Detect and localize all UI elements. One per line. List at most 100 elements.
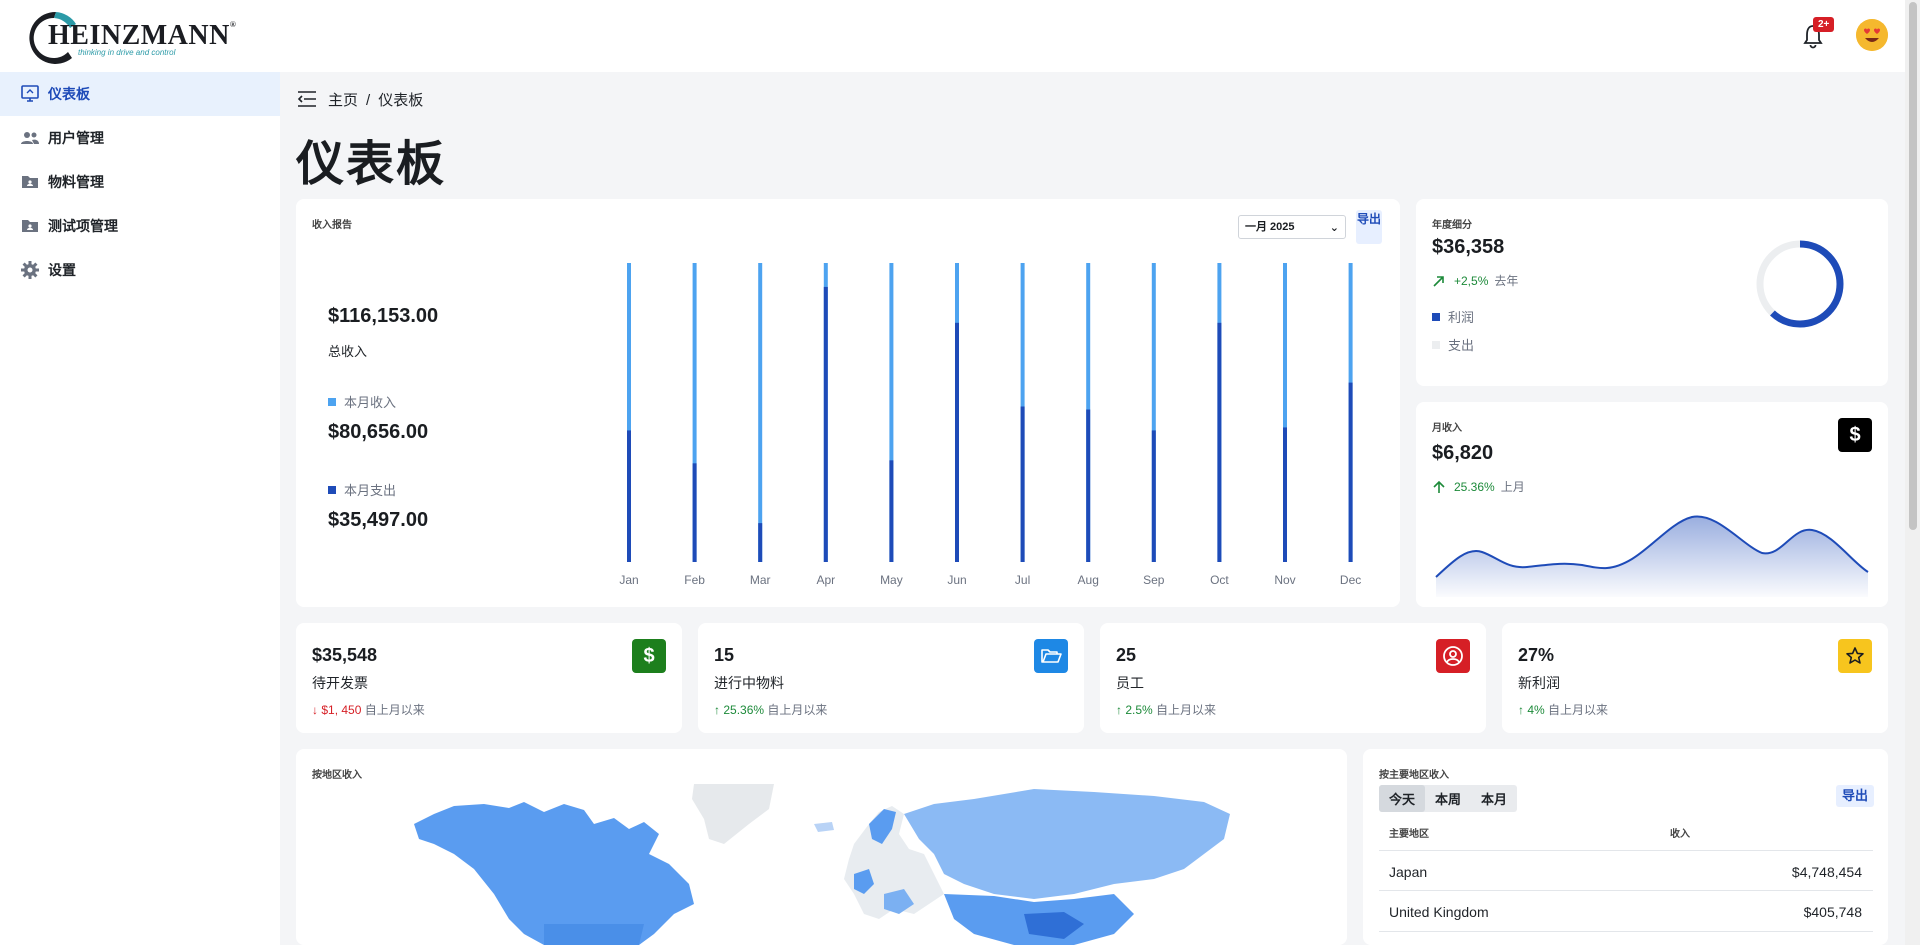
arrow-up-icon [1433,480,1445,493]
divider [1379,890,1873,891]
stat-card-employees: 25 员工 ↑ 2.5% 自上月以来 [1100,623,1486,733]
world-map[interactable] [414,784,1230,945]
monthly-trend-suffix: 上月 [1500,480,1525,494]
expense-bar [823,286,828,562]
sidebar-item-dashboard[interactable]: 仪表板 [0,72,280,116]
dollar-icon: $ [632,639,666,673]
stat-label: 待开发票 [312,675,368,691]
folder-open-icon [1034,639,1068,673]
sidebar-item-test-items[interactable]: 测试项管理 [0,204,280,248]
logo-text: HEINZMANN [48,20,230,51]
folder-icon [20,172,40,192]
divider [1379,931,1873,932]
dashboard-icon [20,84,40,104]
expense-bar [692,463,697,562]
stat-label: 新利润 [1518,675,1560,691]
x-tick-label: Apr [816,573,835,587]
column-header-revenue: 收入 [1670,829,1690,840]
stat-trend: ↑ 25.36% 自上月以来 [714,703,828,717]
sidebar-item-label: 仪表板 [48,86,90,102]
annual-value: $36,358 [1432,236,1505,258]
gear-icon [20,260,40,280]
russia-region[interactable] [904,789,1230,899]
revenue-by-region-map-card: 按地区收入 [296,749,1347,945]
monthly-value: $6,820 [1432,442,1494,464]
stat-label: 员工 [1116,675,1144,691]
usa-region[interactable] [544,924,644,945]
sidebar: 仪表板 用户管理 物料管理 测试项管理 设置 [0,72,280,945]
expense-bar [1020,406,1025,562]
page-title: 仪表板 [296,138,447,191]
monthly-label: 月收入 [1432,423,1462,434]
stat-trend: ↑ 4% 自上月以来 [1518,703,1609,717]
expense-bar [1086,409,1091,562]
trend-up-icon [1433,275,1444,287]
logo-tagline: thinking in drive and control [78,48,176,57]
x-tick-label: Jul [1015,573,1030,587]
expense-bar [955,322,959,562]
scrollbar-thumb[interactable] [1909,2,1917,530]
sidebar-item-label: 测试项管理 [48,218,118,234]
stat-trend-suffix: 自上月以来 [1156,703,1217,717]
x-tick-label: May [880,573,903,587]
revenue-bar-chart: Jan Feb Mar Apr May Jun Jul Aug Sep Oct Nov Dec [619,263,1361,587]
map-label: 按地区收入 [312,770,362,781]
annual-label: 年度细分 [1432,220,1472,231]
region-revenue-cell: $4,748,454 [1791,864,1862,880]
x-tick-label: Nov [1274,573,1295,587]
vertical-scrollbar[interactable] [1905,0,1920,945]
star-icon [1838,639,1872,673]
greenland-region[interactable] [692,784,774,844]
stat-trend-value: 25.36% [723,703,765,717]
stat-trend-suffix: 自上月以来 [767,703,828,717]
region-revenue-cell: $405,748 [1803,904,1862,920]
breadcrumb-current: 仪表板 [378,92,424,109]
stat-trend-value: 4% [1527,703,1545,717]
legend-profit: 利润 [1432,307,1474,326]
breadcrumb-home[interactable]: 主页 [328,92,358,109]
heinzmann-logo[interactable]: HEINZMANN® thinking in drive and control [16,6,236,66]
expense-bar [1217,322,1222,562]
sidebar-item-label: 物料管理 [48,174,104,190]
stat-value: $35,548 [312,645,378,665]
sidebar-item-label: 设置 [48,262,76,278]
heart-eyes-emoji-icon [1856,19,1888,51]
stat-trend-suffix: 自上月以来 [364,703,425,717]
time-range-tabs: 今天 本周 本月 [1379,785,1518,812]
stat-card-profit: 27% 新利润 ↑ 4% 自上月以来 [1502,623,1888,733]
iceland-region[interactable] [814,822,834,832]
annual-trend: +2,5% 去年 [1432,272,1518,289]
x-tick-label: Oct [1210,573,1229,587]
legend-swatch [1432,312,1440,321]
stat-card-materials: 15 进行中物料 ↑ 25.36% 自上月以来 [698,623,1084,733]
sidebar-item-materials[interactable]: 物料管理 [0,160,280,204]
annual-trend-value: +2,5% [1454,273,1489,288]
stat-trend: ↑ 2.5% 自上月以来 [1116,703,1217,717]
monthly-revenue-card: 月收入 $ $6,820 25.36% 上月 [1416,402,1888,607]
export-button[interactable]: 导出 [1836,785,1874,807]
users-icon [20,128,40,148]
expense-bar [889,460,894,562]
revenue-by-major-region-card: 按主要地区收入 今天 本周 本月 导出 主要地区 收入 Japan $4,748… [1363,749,1888,945]
revenue-report-card: 收入报告 $116,153.00 总收入 本月收入 $80,656.00 本月支… [296,199,1400,607]
expense-bar [758,523,763,562]
expense-bar [1151,430,1156,562]
sidebar-item-settings[interactable]: 设置 [0,248,280,292]
sidebar-item-label: 用户管理 [48,130,104,146]
breadcrumb-separator: / [366,92,371,109]
expense-bar [1348,382,1353,562]
tab-this-month[interactable]: 本月 [1471,785,1517,812]
region-label: 按主要地区收入 [1379,770,1449,781]
monthly-trend-value: 25.36% [1454,479,1495,494]
annual-trend-suffix: 去年 [1494,274,1519,288]
avatar[interactable] [1856,19,1888,51]
north-america-region[interactable] [414,802,694,945]
tab-today[interactable]: 今天 [1379,785,1426,812]
tab-this-week[interactable]: 本周 [1425,785,1471,812]
x-tick-label: Aug [1078,573,1099,587]
sidebar-toggle-icon[interactable] [296,88,318,110]
stat-label: 进行中物料 [714,675,784,691]
legend-swatch [1432,340,1440,349]
sidebar-item-users[interactable]: 用户管理 [0,116,280,160]
folder-icon [20,216,40,236]
